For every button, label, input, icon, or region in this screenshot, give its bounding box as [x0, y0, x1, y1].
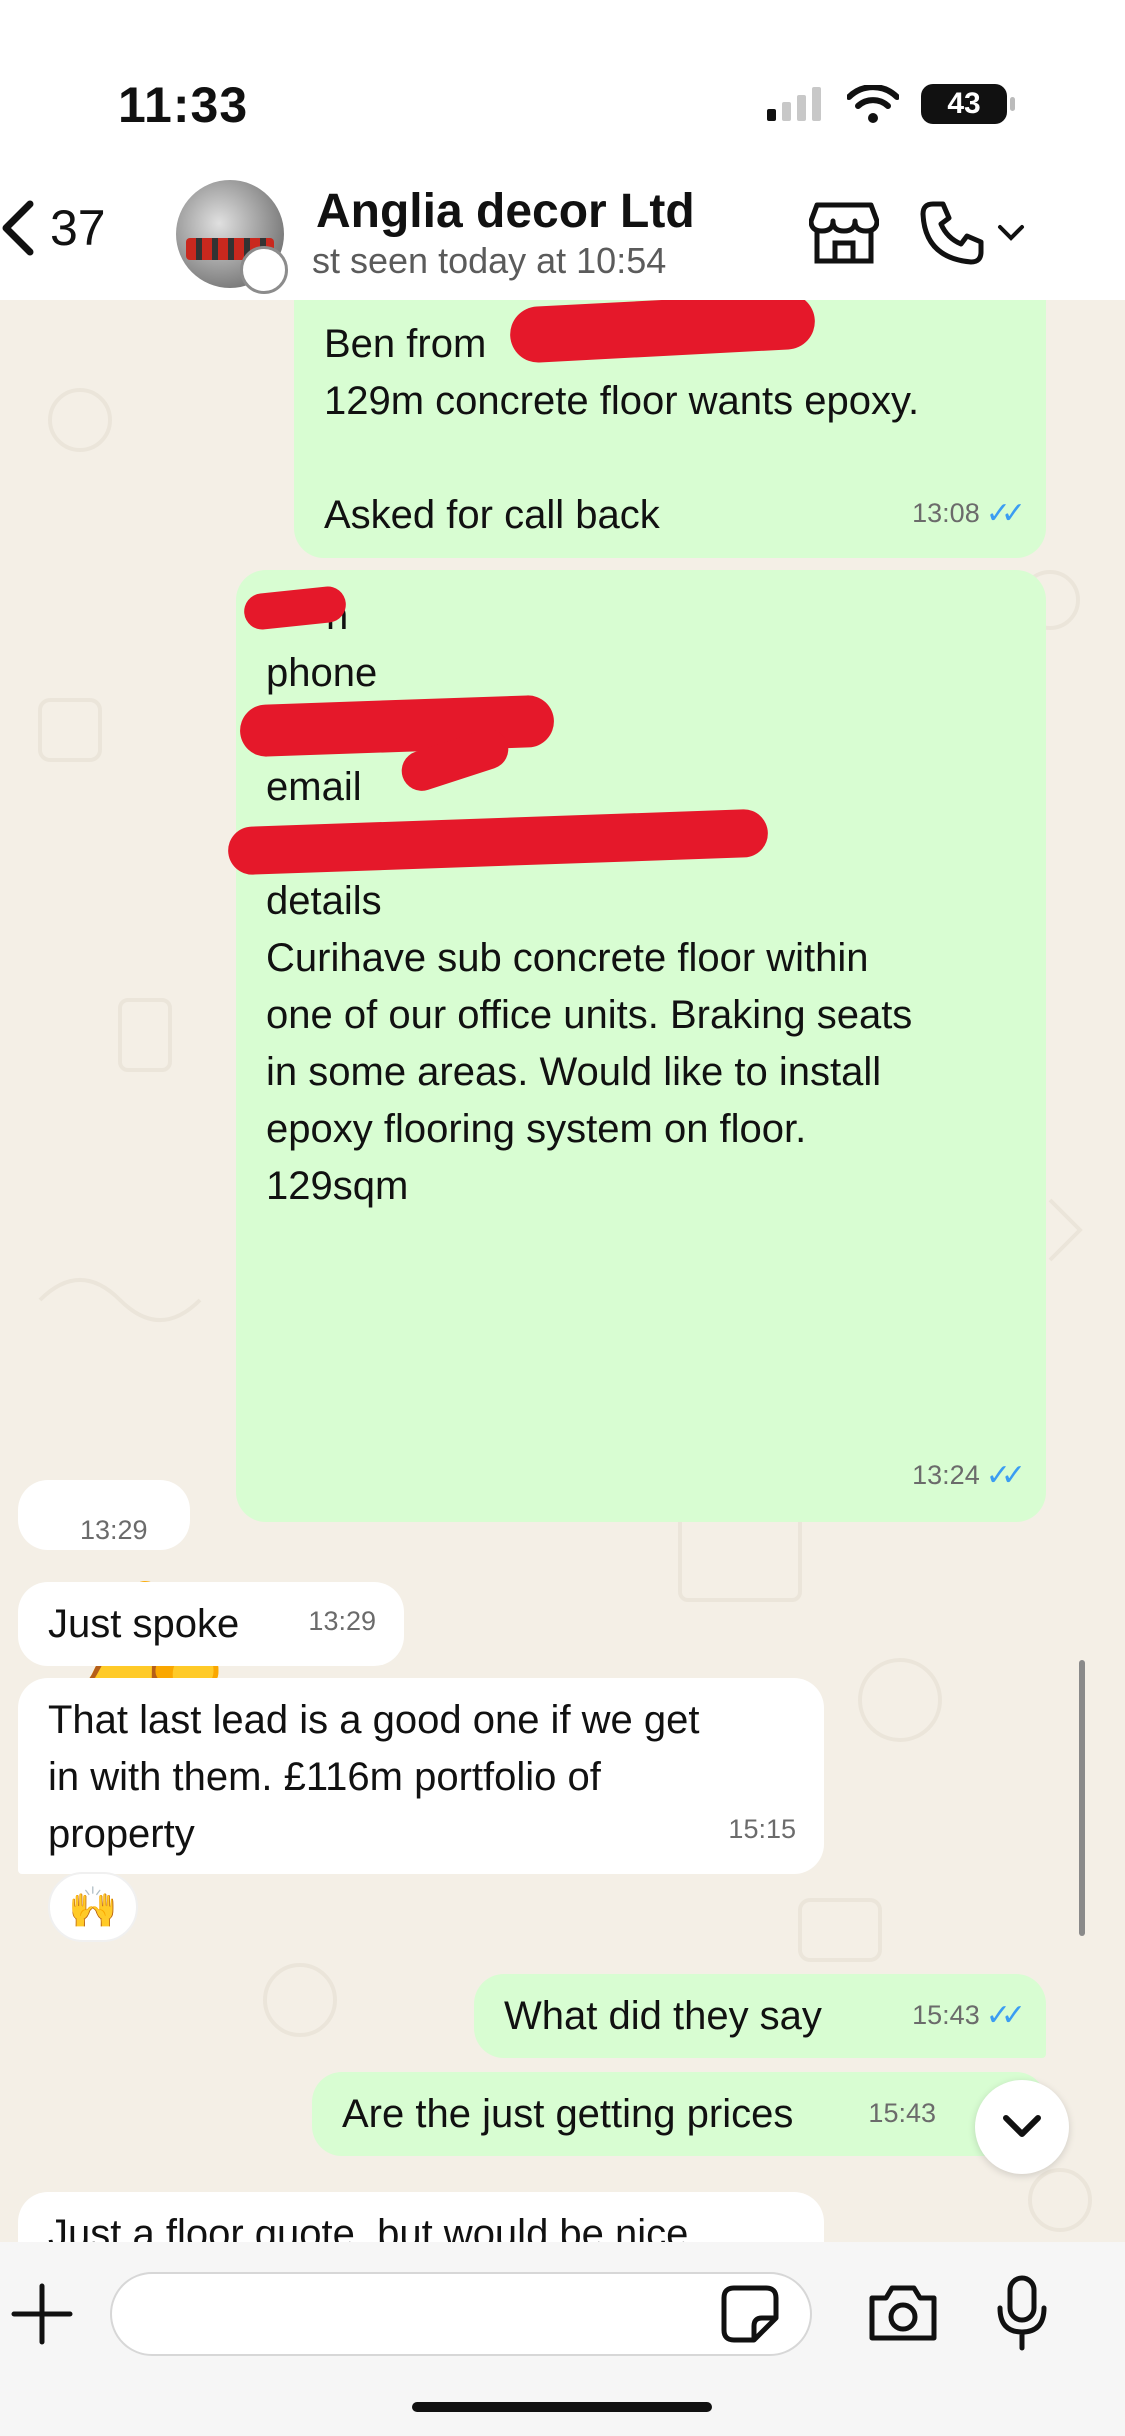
message-line: That last lead is a good one if we get [48, 1698, 700, 1742]
status-icons: 43 [767, 84, 1015, 124]
chat-messages[interactable]: Ben from 129m concrete floor wants epoxy… [0, 300, 1125, 2242]
message-time: 13:08 [912, 498, 980, 528]
read-ticks-icon: ✓✓ [985, 497, 1026, 530]
plus-icon[interactable] [10, 2282, 74, 2346]
message-bubble[interactable]: Just a floor quote, but would be nice [18, 2192, 824, 2242]
shop-icon[interactable] [809, 201, 879, 265]
message-time: 13:29 [308, 1606, 376, 1636]
contact-name[interactable]: Anglia decor Ltd [316, 184, 695, 239]
message-bubble[interactable]: Are the just getting prices 15:43 [312, 2072, 1046, 2156]
message-meta: 15:43 ✓✓ [912, 1987, 1026, 2044]
message-text: Are the just getting prices [342, 2092, 794, 2136]
reaction-badge[interactable]: 🙌 [48, 1872, 138, 1942]
message-time: 13:29 [80, 1515, 148, 1545]
battery-indicator: 43 [921, 84, 1015, 124]
message-line: email [266, 765, 362, 809]
message-meta: 13:29 [80, 1502, 148, 1559]
message-line [324, 430, 1016, 487]
message-line: n [266, 588, 1016, 645]
header-actions [809, 200, 1025, 266]
chevron-down-icon [1003, 2115, 1041, 2137]
unread-count: 37 [50, 200, 106, 256]
message-bubble[interactable]: Just spoke 13:29 [18, 1582, 404, 1666]
message-meta: 15:43 [868, 2085, 936, 2142]
message-time: 15:43 [912, 2000, 980, 2030]
message-bubble[interactable]: What did they say 15:43 ✓✓ [474, 1974, 1046, 2058]
message-line: details [266, 879, 382, 923]
status-ring-icon [240, 246, 288, 294]
message-meta: 13:29 [308, 1593, 376, 1650]
message-bubble[interactable]: That last lead is a good one if we get i… [18, 1678, 824, 1874]
sticker-icon[interactable] [720, 2284, 780, 2344]
message-line: in with them. £116m portfolio of [48, 1755, 601, 1799]
microphone-icon[interactable] [996, 2274, 1048, 2352]
chat-header: 11:33 43 37 Anglia decor Ltd st seen tod… [0, 0, 1125, 300]
message-line: phone [266, 651, 378, 695]
call-button[interactable] [919, 200, 1025, 266]
message-meta: 15:15 [728, 1801, 796, 1858]
back-button[interactable]: 37 [0, 198, 106, 258]
chevron-down-icon [998, 225, 1024, 241]
message-line: 129sqm [266, 1164, 409, 1208]
message-line: in some areas. Would like to install [266, 1050, 882, 1094]
message-text: What did they say [504, 1994, 822, 2038]
message-text: Just spoke [48, 1602, 240, 1646]
message-input[interactable] [110, 2272, 812, 2356]
message-meta: 13:24 ✓✓ [912, 1447, 1026, 1504]
read-ticks-icon: ✓✓ [985, 1999, 1026, 2032]
message-time: 13:24 [912, 1460, 980, 1490]
message-text: Just a floor quote, but would be nice [48, 2212, 689, 2242]
message-line: Curihave sub concrete floor within [266, 936, 869, 980]
message-line: epoxy flooring system on floor. [266, 1107, 807, 1151]
scroll-to-bottom-button[interactable] [975, 2080, 1069, 2174]
read-ticks-icon: ✓✓ [985, 1459, 1026, 1492]
wifi-icon [847, 85, 899, 123]
message-bubble[interactable]: 13:29 [18, 1480, 190, 1550]
home-indicator [412, 2402, 712, 2412]
phone-icon [920, 201, 984, 265]
message-line: one of our office units. Braking seats [266, 993, 913, 1037]
scrollbar[interactable] [1079, 1660, 1085, 1936]
status-time: 11:33 [118, 77, 249, 133]
camera-icon[interactable] [866, 2282, 940, 2344]
signal-icon [767, 87, 821, 121]
chevron-left-icon [2, 200, 34, 256]
message-line: property [48, 1812, 195, 1856]
message-time: 15:15 [728, 1814, 796, 1844]
message-time: 15:43 [868, 2098, 936, 2128]
message-line: 129m concrete floor wants epoxy. [324, 379, 920, 423]
contact-last-seen: st seen today at 10:54 [312, 240, 667, 281]
message-meta: 13:08 ✓✓ [912, 485, 1026, 542]
